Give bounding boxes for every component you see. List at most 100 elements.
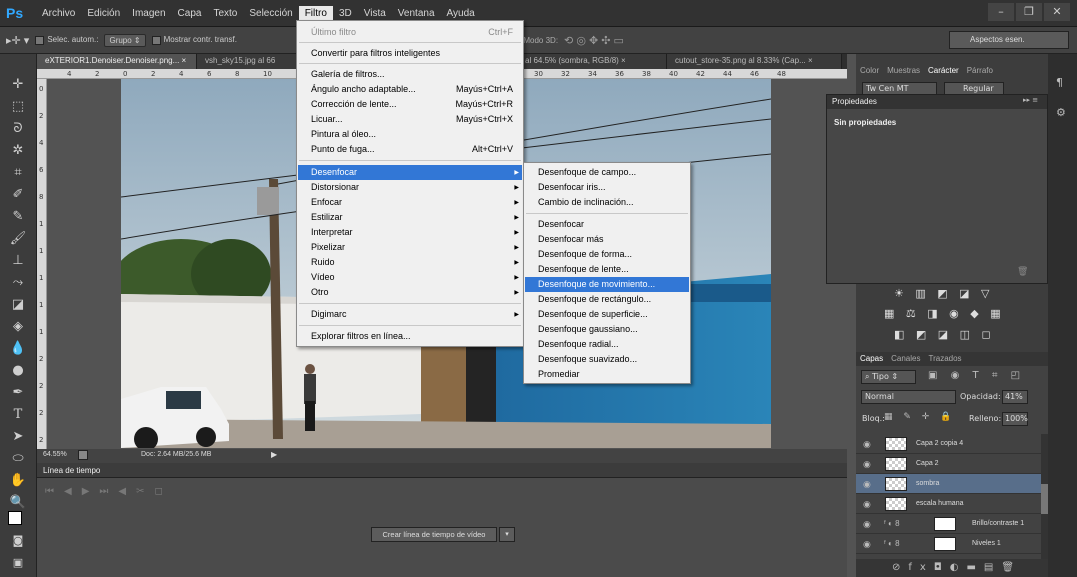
blur-tool-icon[interactable]: 💧: [9, 340, 27, 358]
status-arrow-icon[interactable]: ▶: [271, 450, 277, 459]
menu-vista[interactable]: Vista: [358, 6, 392, 21]
hand-tool-icon[interactable]: ✋: [9, 472, 27, 490]
adaptive-wide-angle-item[interactable]: Ángulo ancho adaptable...: [311, 84, 416, 94]
layer-row-selected[interactable]: ◉ sombra: [856, 474, 1041, 494]
adjustment-icons-row2[interactable]: ▦ ⚖ ◨ ◉ ◆ ▦: [884, 307, 1005, 320]
path-select-tool-icon[interactable]: ➤: [9, 428, 27, 446]
opacity-input[interactable]: 41%: [1002, 390, 1028, 404]
timeline-controls-icons[interactable]: ⏮◀▶⏭◀✂◻: [45, 486, 173, 497]
auto-select-checkbox[interactable]: Selec. autom.:: [35, 35, 98, 45]
layer-row[interactable]: ◉ Capa 2: [856, 454, 1041, 474]
video-item[interactable]: Vídeo: [311, 272, 335, 282]
tab-paragraph[interactable]: Párrafo: [963, 66, 997, 78]
history-brush-tool-icon[interactable]: ⤳: [9, 274, 27, 292]
quick-mask-icon[interactable]: ◙: [9, 532, 27, 550]
eraser-tool-icon[interactable]: ◪: [9, 296, 27, 314]
shape-tool-icon[interactable]: ⬭: [9, 450, 27, 468]
tab-cutout[interactable]: cutout_store-35.png al 8.33% (Cap... ×: [667, 54, 842, 69]
interpret-item[interactable]: Interpretar: [311, 227, 353, 237]
layer-kind-filter[interactable]: ⌕ Tipo ⇕: [861, 370, 916, 384]
menu-capa[interactable]: Capa: [172, 6, 208, 21]
noise-item[interactable]: Ruido: [311, 257, 335, 267]
motion-blur-item[interactable]: Desenfoque de movimiento...: [538, 279, 655, 289]
eye-icon[interactable]: ◉: [863, 519, 871, 530]
status-icon[interactable]: [78, 450, 88, 460]
digimarc-item[interactable]: Digimarc: [311, 309, 347, 319]
radial-blur-item[interactable]: Desenfoque radial...: [538, 339, 619, 349]
lock-icons[interactable]: ▦ ✎ ✛ 🔒: [884, 412, 955, 422]
layers-footer-icons[interactable]: ⊘fx◘◐▬▤🗑: [856, 559, 1048, 577]
blend-mode-select[interactable]: Normal: [861, 390, 956, 404]
foreground-color-swatch[interactable]: [8, 511, 22, 525]
menu-ventana[interactable]: Ventana: [392, 6, 441, 21]
workspace-dropdown[interactable]: Aspectos esen.: [949, 31, 1069, 49]
tab-exterior[interactable]: eXTERIOR1.Denoiser.Denoiser.png... ×: [37, 54, 197, 69]
eye-icon[interactable]: ◉: [863, 439, 871, 450]
quick-select-tool-icon[interactable]: ✲: [9, 142, 27, 160]
menu-filtro[interactable]: Filtro: [298, 5, 333, 21]
fill-input[interactable]: 100%: [1002, 412, 1028, 426]
zoom-tool-icon[interactable]: 🔍: [9, 494, 27, 512]
layer-filter-icons[interactable]: ▣ ◉ T ⌗ ◰: [928, 370, 1025, 381]
healing-tool-icon[interactable]: ✎: [9, 208, 27, 226]
menu-edicion[interactable]: Edición: [81, 6, 126, 21]
layer-row[interactable]: ◉ Capa 2 copia 4: [856, 434, 1041, 454]
create-video-timeline-button[interactable]: Crear línea de tiempo de vídeo: [371, 527, 497, 542]
shape-blur-item[interactable]: Desenfoque de forma...: [538, 249, 632, 259]
dodge-tool-icon[interactable]: ●: [9, 362, 27, 380]
type-tool-icon[interactable]: T: [9, 406, 27, 424]
field-blur-item[interactable]: Desenfoque de campo...: [538, 167, 636, 177]
stamp-tool-icon[interactable]: ⊥: [9, 252, 27, 270]
tab-paths[interactable]: Trazados: [924, 354, 965, 366]
tab-sombra[interactable]: al 64.5% (sombra, RGB/8) ×: [517, 54, 667, 69]
trash-icon[interactable]: 🗑: [1017, 267, 1028, 277]
average-item[interactable]: Promediar: [538, 369, 580, 379]
3d-tools-icons[interactable]: ⟲ ◎ ✥ ✣ ▭: [564, 34, 624, 47]
eye-icon[interactable]: ◉: [863, 499, 871, 510]
crop-tool-icon[interactable]: ⌗: [9, 164, 27, 182]
last-filter-item[interactable]: Último filtro: [311, 27, 356, 37]
oil-paint-item[interactable]: Pintura al óleo...: [311, 129, 376, 139]
restore-button[interactable]: ❐: [1016, 3, 1042, 21]
show-transform-checkbox[interactable]: Mostrar contr. transf.: [151, 35, 237, 45]
menu-texto[interactable]: Texto: [207, 6, 243, 21]
pixelate-item[interactable]: Pixelizar: [311, 242, 345, 252]
vanishing-point-item[interactable]: Punto de fuga...: [311, 144, 375, 154]
tab-color[interactable]: Color: [856, 66, 883, 78]
menu-archivo[interactable]: Archivo: [36, 6, 81, 21]
brush-tool-icon[interactable]: 🖌: [9, 230, 27, 248]
layer-row[interactable]: ◉ ᶠ ◐ 8 Brillo/contraste 1: [856, 514, 1041, 534]
liquify-item[interactable]: Licuar...: [311, 114, 343, 124]
stylize-item[interactable]: Estilizar: [311, 212, 343, 222]
panel-menu-icon[interactable]: ▸▸ ≡: [1023, 96, 1038, 104]
surface-blur-item[interactable]: Desenfoque de superficie...: [538, 309, 648, 319]
close-button[interactable]: ✕: [1044, 3, 1070, 21]
char-panel-icon[interactable]: ¶: [1056, 76, 1063, 89]
minimize-button[interactable]: –: [988, 3, 1014, 21]
tab-character[interactable]: Carácter: [924, 66, 963, 78]
eyedropper-tool-icon[interactable]: ✐: [9, 186, 27, 204]
menu-imagen[interactable]: Imagen: [126, 6, 171, 21]
menu-ayuda[interactable]: Ayuda: [441, 6, 481, 21]
group-dropdown[interactable]: Grupo ⇕: [104, 33, 146, 47]
adjustment-icons-row3[interactable]: ◧ ◩ ◪ ◫ ◻: [894, 328, 995, 341]
convert-smart-filters-item[interactable]: Convertir para filtros inteligentes: [311, 48, 440, 58]
move-tool-icon[interactable]: ▸✛ ▾: [6, 34, 29, 47]
lasso-tool-icon[interactable]: ᘐ: [9, 120, 27, 138]
menu-seleccion[interactable]: Selección: [243, 6, 298, 21]
eye-icon[interactable]: ◉: [863, 539, 871, 550]
distort-item[interactable]: Distorsionar: [311, 182, 359, 192]
lens-blur-item[interactable]: Desenfoque de lente...: [538, 264, 629, 274]
layers-scrollbar[interactable]: [1041, 434, 1048, 559]
marquee-tool-icon[interactable]: ⬚: [9, 98, 27, 116]
timeline-dropdown-icon[interactable]: ▾: [499, 527, 515, 542]
gaussian-blur-item[interactable]: Desenfoque gaussiano...: [538, 324, 638, 334]
sharpen-item[interactable]: Enfocar: [311, 197, 342, 207]
layer-row[interactable]: ◉ escala humana: [856, 494, 1041, 514]
tab-channels[interactable]: Canales: [887, 354, 924, 366]
tab-swatches[interactable]: Muestras: [883, 66, 924, 78]
other-item[interactable]: Otro: [311, 287, 329, 297]
filter-gallery-item[interactable]: Galería de filtros...: [311, 69, 385, 79]
smart-blur-item[interactable]: Desenfoque suavizado...: [538, 354, 637, 364]
screen-mode-icon[interactable]: ▣: [9, 554, 27, 572]
